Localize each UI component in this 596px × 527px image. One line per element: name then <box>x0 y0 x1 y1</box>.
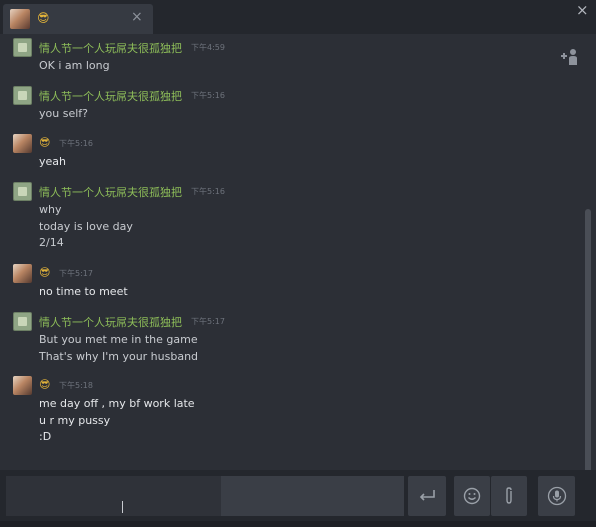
avatar[interactable] <box>13 376 32 395</box>
chat-message: 情人节一个人玩屌夫很孤独把 下午5:16 you self? <box>13 86 573 123</box>
message-line: 2/14 <box>39 236 64 249</box>
emoji-button[interactable] <box>454 476 490 516</box>
message-header: 😎 下午5:18 <box>13 376 573 396</box>
message-timestamp: 下午5:17 <box>191 317 225 326</box>
sender-name[interactable]: 情人节一个人玩屌夫很孤独把 <box>39 88 182 104</box>
message-line: yeah <box>39 155 66 168</box>
tab-title: 😎 <box>37 11 50 25</box>
tab-avatar <box>10 9 30 29</box>
message-header: 😎 下午5:17 <box>13 264 573 284</box>
message-line: :D <box>39 430 52 443</box>
message-header: 情人节一个人玩屌夫很孤独把 下午5:17 <box>13 312 573 332</box>
chat-scrollbar[interactable] <box>585 209 591 479</box>
message-line: today is love day <box>39 219 133 233</box>
chat-message: 😎 下午5:18 me day off , my bf work late u … <box>13 376 573 446</box>
message-line: But you met me in the game <box>39 333 198 346</box>
microphone-icon <box>547 486 566 506</box>
voice-button[interactable] <box>538 476 575 516</box>
top-bar: 😎 × × <box>0 0 596 34</box>
attach-button[interactable] <box>491 476 527 516</box>
sender-name[interactable]: 情人节一个人玩屌夫很孤独把 <box>39 184 182 200</box>
avatar[interactable] <box>13 182 32 201</box>
avatar[interactable] <box>13 38 32 57</box>
chat-message: 情人节一个人玩屌夫很孤独把 下午5:16 why today is love d… <box>13 182 573 252</box>
text-cursor <box>122 501 123 513</box>
message-timestamp: 下午5:18 <box>59 381 93 390</box>
message-header: 情人节一个人玩屌夫很孤独把 下午5:16 <box>13 86 573 106</box>
enter-arrow-icon <box>419 490 435 501</box>
message-line: why <box>39 203 62 216</box>
message-header: 😎 下午5:16 <box>13 134 573 154</box>
message-line: That's why I'm your husband <box>39 349 199 363</box>
message-timestamp: 下午4:59 <box>191 43 225 52</box>
input-shade <box>6 476 221 516</box>
message-timestamp: 下午5:17 <box>59 269 93 278</box>
chat-message: 😎 下午5:17 no time to meet <box>13 264 573 301</box>
chat-message: 😎 下午5:16 yeah <box>13 134 573 171</box>
avatar[interactable] <box>13 312 32 331</box>
message-line: OK i am long <box>39 59 110 72</box>
smiley-icon <box>463 487 481 505</box>
window-close-icon[interactable]: × <box>576 1 589 19</box>
sender-name[interactable]: 😎 <box>39 136 50 149</box>
sender-name[interactable]: 😎 <box>39 378 50 391</box>
chat-message: 情人节一个人玩屌夫很孤独把 下午4:59 OK i am long <box>13 38 573 75</box>
message-line: me day off , my bf work late <box>39 397 195 410</box>
sender-name[interactable]: 情人节一个人玩屌夫很孤独把 <box>39 40 182 56</box>
tab-close-icon[interactable]: × <box>131 9 143 25</box>
message-line: u r my pussy <box>39 413 111 427</box>
message-timestamp: 下午5:16 <box>191 187 225 196</box>
chat-tab[interactable]: 😎 × <box>3 4 153 34</box>
message-timestamp: 下午5:16 <box>191 91 225 100</box>
message-input[interactable] <box>6 476 404 516</box>
message-line: no time to meet <box>39 285 128 298</box>
paperclip-icon <box>506 487 512 504</box>
sender-name[interactable]: 情人节一个人玩屌夫很孤独把 <box>39 314 182 330</box>
avatar[interactable] <box>13 134 32 153</box>
avatar[interactable] <box>13 86 32 105</box>
sender-name[interactable]: 😎 <box>39 266 50 279</box>
message-timestamp: 下午5:16 <box>59 139 93 148</box>
message-composer <box>0 470 596 527</box>
message-header: 情人节一个人玩屌夫很孤独把 下午4:59 <box>13 38 573 58</box>
message-header: 情人节一个人玩屌夫很孤独把 下午5:16 <box>13 182 573 202</box>
chat-message: 情人节一个人玩屌夫很孤独把 下午5:17 But you met me in t… <box>13 312 573 365</box>
chat-history: 情人节一个人玩屌夫很孤独把 下午4:59 OK i am long 情人节一个人… <box>0 34 596 479</box>
window-bottom-edge <box>0 521 596 527</box>
message-line: you self? <box>39 107 88 120</box>
avatar[interactable] <box>13 264 32 283</box>
send-button[interactable] <box>408 476 446 516</box>
